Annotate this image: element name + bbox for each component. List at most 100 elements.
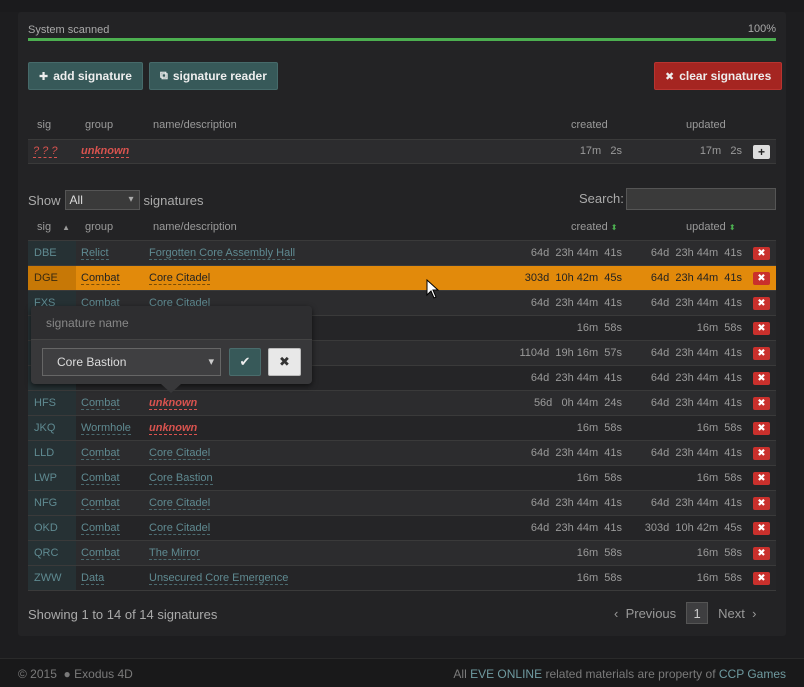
delete-row-button[interactable]: ✖ [753, 447, 770, 460]
col-header-name[interactable]: name/description [153, 221, 237, 233]
row-name[interactable]: Core Citadel [149, 497, 211, 510]
eve-online-link[interactable]: EVE ONLINE [470, 667, 542, 681]
row-updated: 64d 23h 44m 41s [650, 497, 742, 509]
col-header-group[interactable]: group [85, 221, 113, 233]
brand-link[interactable]: Exodus 4D [74, 667, 133, 681]
legal-middle: related materials are property of [542, 667, 719, 681]
row-updated: 64d 23h 44m 41s [650, 397, 742, 409]
delete-row-button[interactable]: ✖ [753, 297, 770, 310]
footer-legal: All EVE ONLINE related materials are pro… [453, 667, 786, 681]
search-input[interactable] [626, 188, 776, 210]
row-group[interactable]: Combat [81, 472, 120, 485]
delete-row-button[interactable]: ✖ [753, 522, 770, 535]
footer-left: © 2015 ● Exodus 4D [18, 667, 133, 681]
signature-name-select[interactable]: Core Bastion [42, 348, 221, 376]
delete-row-button[interactable]: ✖ [753, 422, 770, 435]
scan-progress-bar [28, 38, 776, 41]
col-header-updated[interactable]: updated ⬍ [686, 221, 736, 233]
table-row[interactable]: DBE Relict Forgotten Core Assembly Hall … [28, 241, 776, 266]
table-row[interactable]: ZWW Data Unsecured Core Emergence 16m 58… [28, 566, 776, 591]
sort-both-icon: ⬍ [728, 223, 736, 232]
row-name[interactable]: Core Citadel [149, 272, 211, 285]
github-icon: ● [63, 667, 71, 681]
col-header-sig[interactable]: sig ▲ [37, 221, 70, 233]
row-name[interactable]: The Mirror [149, 547, 200, 560]
row-group[interactable]: Combat [81, 547, 120, 560]
row-sig[interactable]: NFG [28, 491, 76, 515]
table-row[interactable]: HFS Combat unknown 56d 0h 44m 24s 64d 23… [28, 391, 776, 416]
table-row[interactable]: OKD Combat Core Citadel 64d 23h 44m 41s … [28, 516, 776, 541]
row-group[interactable]: Combat [81, 447, 120, 460]
add-signature-button[interactable]: ✚ add signature [28, 62, 143, 90]
ccp-games-link[interactable]: CCP Games [719, 667, 786, 681]
row-name[interactable]: Unsecured Core Emergence [149, 572, 289, 585]
delete-row-button[interactable]: ✖ [753, 372, 770, 385]
delete-row-button[interactable]: ✖ [753, 272, 770, 285]
new-sig-group[interactable]: unknown [81, 145, 130, 158]
table-row-selected[interactable]: DGE Combat Core Citadel 303d 10h 42m 45s… [28, 266, 776, 291]
clear-signatures-button[interactable]: ✖ clear signatures [654, 62, 783, 90]
row-name[interactable]: unknown [149, 397, 198, 410]
row-sig[interactable]: QRC [28, 541, 76, 565]
row-created: 303d 10h 42m 45s [524, 272, 622, 284]
col-header-created[interactable]: created ⬍ [571, 221, 617, 233]
table-row[interactable]: JKQ Wormhole unknown 16m 58s 16m 58s ✖ [28, 416, 776, 441]
delete-row-button[interactable]: ✖ [753, 547, 770, 560]
scan-progress-fill [28, 38, 776, 41]
row-updated: 64d 23h 44m 41s [650, 297, 742, 309]
close-icon: ✖ [665, 70, 675, 83]
delete-row-button[interactable]: ✖ [753, 472, 770, 485]
show-select[interactable]: All [64, 190, 140, 210]
row-updated: 64d 23h 44m 41s [650, 347, 742, 359]
row-sig[interactable]: HFS [28, 391, 76, 415]
row-name[interactable]: Core Citadel [149, 447, 211, 460]
row-updated: 16m 58s [696, 472, 742, 484]
row-group[interactable]: Combat [81, 272, 120, 285]
col-header-created-label: created [571, 221, 608, 233]
row-group[interactable]: Combat [81, 497, 120, 510]
row-sig[interactable]: JKQ [28, 416, 76, 440]
show-filter: Show All signatures [28, 190, 204, 210]
row-name[interactable]: unknown [149, 422, 198, 435]
row-updated: 64d 23h 44m 41s [650, 272, 742, 284]
signature-name-popover: signature name Core Bastion ✔ ✖ [31, 306, 312, 393]
row-sig[interactable]: ZWW [28, 566, 76, 590]
previous-button[interactable]: ‹ Previous [614, 606, 676, 621]
table-row[interactable]: NFG Combat Core Citadel 64d 23h 44m 41s … [28, 491, 776, 516]
delete-row-button[interactable]: ✖ [753, 572, 770, 585]
previous-label: Previous [625, 605, 677, 621]
page-button[interactable]: 1 [686, 602, 709, 624]
table-row[interactable]: LWP Combat Core Bastion 16m 58s 16m 58s … [28, 466, 776, 491]
row-created: 64d 23h 44m 41s [530, 447, 622, 459]
scan-status-label: System scanned [28, 24, 110, 36]
next-button[interactable]: Next › [718, 606, 756, 621]
row-sig[interactable]: DBE [28, 241, 76, 265]
cancel-button[interactable]: ✖ [268, 348, 301, 376]
row-name[interactable]: Forgotten Core Assembly Hall [149, 247, 296, 260]
delete-row-button[interactable]: ✖ [753, 322, 770, 335]
signature-reader-button[interactable]: ⧉ signature reader [149, 62, 278, 90]
row-group[interactable]: Combat [81, 522, 120, 535]
next-label: Next [718, 605, 745, 621]
row-name[interactable]: Core Citadel [149, 522, 211, 535]
row-sig[interactable]: LWP [28, 466, 76, 490]
row-group[interactable]: Relict [81, 247, 109, 260]
col-header-sig-label: sig [37, 221, 52, 233]
row-group[interactable]: Wormhole [81, 422, 131, 435]
row-sig[interactable]: LLD [28, 441, 76, 465]
new-sig-id[interactable]: ? ? ? [33, 145, 58, 158]
add-row-button[interactable]: + [753, 145, 770, 159]
row-sig[interactable]: DGE [28, 266, 76, 290]
row-updated: 16m 58s [696, 572, 742, 584]
row-group[interactable]: Combat [81, 397, 120, 410]
table-row[interactable]: LLD Combat Core Citadel 64d 23h 44m 41s … [28, 441, 776, 466]
row-name[interactable]: Core Bastion [149, 472, 213, 485]
delete-row-button[interactable]: ✖ [753, 347, 770, 360]
delete-row-button[interactable]: ✖ [753, 397, 770, 410]
row-group[interactable]: Data [81, 572, 105, 585]
table-row[interactable]: QRC Combat The Mirror 16m 58s 16m 58s ✖ [28, 541, 776, 566]
row-sig[interactable]: OKD [28, 516, 76, 540]
delete-row-button[interactable]: ✖ [753, 247, 770, 260]
confirm-button[interactable]: ✔ [229, 348, 261, 376]
delete-row-button[interactable]: ✖ [753, 497, 770, 510]
